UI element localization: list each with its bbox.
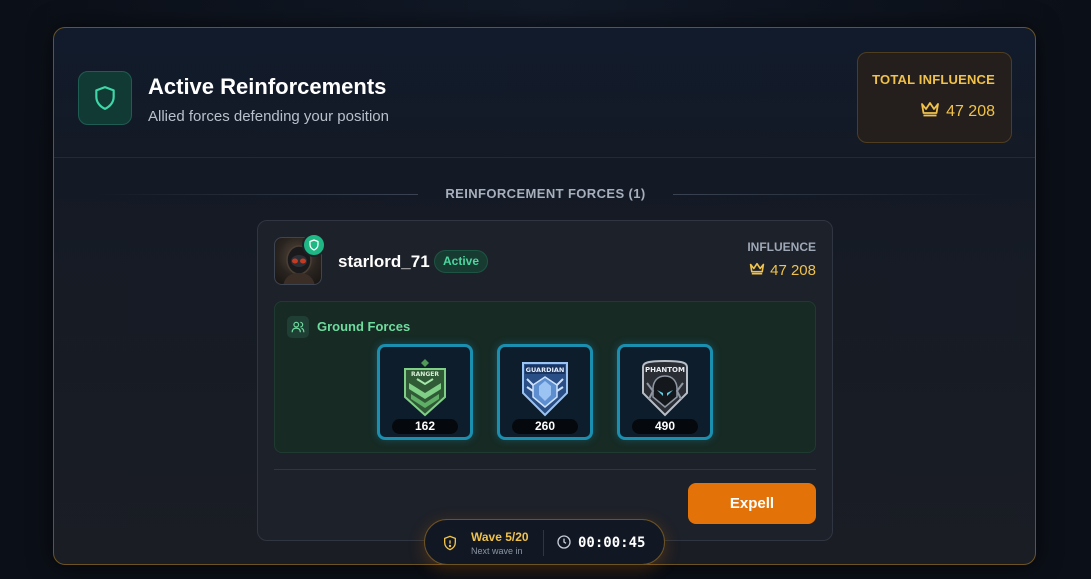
influence-number: 47 208 [770,262,816,279]
shield-icon [78,71,132,125]
section-divider-right [673,194,993,195]
wave-status-bar: Wave 5/20 Next wave in 00:00:45 [424,519,665,565]
unit-ranger[interactable]: RANGER 162 [377,344,473,440]
section-header: REINFORCEMENT FORCES (1) [98,185,993,203]
panel-header: Active Reinforcements Allied forces defe… [54,28,1035,158]
status-badge: Active [434,250,489,273]
influence-value: 47 208 [749,262,816,279]
unit-phantom[interactable]: PHANTOM 490 [617,344,713,440]
wave-timer: 00:00:45 [578,535,646,551]
wave-separator [543,530,544,556]
unit-count: 490 [632,419,698,434]
crown-icon [920,101,940,122]
expell-button[interactable]: Expell [688,483,816,524]
guardian-emblem-icon: GUARDIAN [522,362,568,417]
unit-count: 260 [512,419,578,434]
phantom-emblem-icon: PHANTOM [642,359,688,417]
ground-forces-panel: Ground Forces RANGER 162 GUARDIAN 260 PH… [274,301,816,453]
crown-icon [749,262,765,279]
page-subtitle: Allied forces defending your position [148,108,389,125]
shield-badge-icon [302,233,326,257]
total-influence-box: TOTAL INFLUENCE 47 208 [857,52,1012,143]
users-icon [287,316,309,338]
forces-title: Ground Forces [317,319,411,334]
unit-guardian[interactable]: GUARDIAN 260 [497,344,593,440]
unit-count: 162 [392,419,458,434]
total-influence-value: 47 208 [920,101,995,122]
influence-label: INFLUENCE [747,240,816,254]
svg-text:GUARDIAN: GUARDIAN [526,366,565,374]
clock-icon [556,534,572,555]
reinforcements-panel: Active Reinforcements Allied forces defe… [53,27,1036,565]
wave-title: Wave 5/20 [471,530,529,544]
svg-text:RANGER: RANGER [411,371,439,378]
card-divider [274,469,816,470]
page-title: Active Reinforcements [148,74,387,99]
total-influence-label: TOTAL INFLUENCE [872,72,995,87]
total-influence-number: 47 208 [946,102,995,120]
ranger-emblem-icon: RANGER [404,359,446,417]
wave-subtitle: Next wave in [471,546,523,556]
reinforcement-card: starlord_71 Active INFLUENCE 47 208 Grou… [257,220,833,541]
svg-text:PHANTOM: PHANTOM [645,366,685,374]
shield-alert-icon [442,534,458,557]
username: starlord_71 [338,252,430,271]
